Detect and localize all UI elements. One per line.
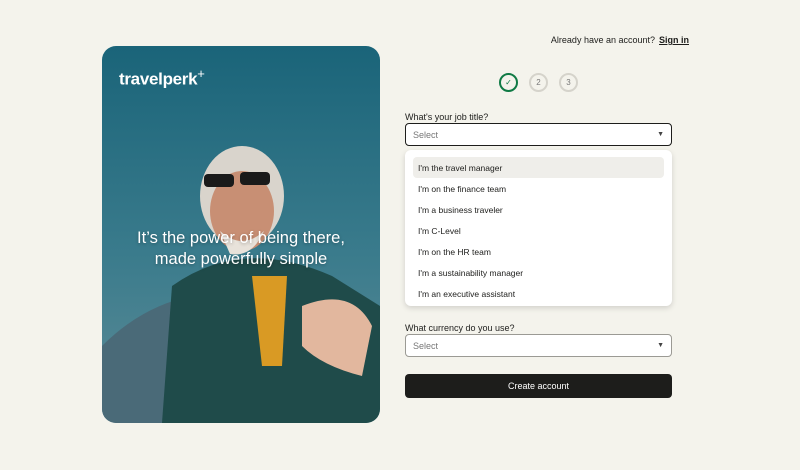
currency-select[interactable]: Select ▼: [405, 334, 672, 357]
dropdown-option[interactable]: I'm on the finance team: [413, 178, 664, 199]
signin-prompt: Already have an account? Sign in: [551, 35, 689, 45]
tagline-line-1: It’s the power of being there,: [137, 229, 345, 247]
dropdown-option[interactable]: I'm the travel manager: [413, 157, 664, 178]
dropdown-option[interactable]: I'm an executive assistant: [413, 283, 664, 304]
step-1-check-icon: ✓: [499, 73, 518, 92]
job-title-label: What's your job title?: [405, 112, 489, 122]
step-3: 3: [559, 73, 578, 92]
signin-prompt-text: Already have an account?: [550, 35, 655, 45]
chevron-down-icon: ▼: [657, 342, 664, 349]
dropdown-option[interactable]: I'm a business traveler: [413, 199, 664, 220]
currency-placeholder: Select: [413, 340, 439, 351]
job-title-select[interactable]: Select ▼: [405, 123, 672, 146]
logo-text: travelperk: [119, 69, 198, 89]
tagline-line-2: made powerfully simple: [154, 250, 328, 268]
logo-plus: +: [197, 66, 205, 81]
job-title-dropdown: I'm the travel manager I'm on the financ…: [405, 150, 672, 306]
tagline: It’s the power of being there, made power…: [102, 228, 380, 270]
dropdown-option[interactable]: I'm on the HR team: [413, 241, 664, 262]
create-account-button[interactable]: Create account: [405, 374, 672, 398]
step-indicator: ✓ 2 3: [499, 73, 578, 92]
dropdown-option[interactable]: I'm C-Level: [413, 220, 664, 241]
travelperk-logo: travelperk+: [119, 66, 205, 90]
currency-label: What currency do you use?: [405, 323, 515, 333]
hero-panel: travelperk+ It’s the power of being ther…: [102, 46, 380, 423]
dropdown-option[interactable]: I'm a sustainability manager: [413, 262, 664, 283]
signin-link[interactable]: Sign in: [659, 35, 689, 45]
job-title-placeholder: Select: [413, 129, 439, 140]
step-2: 2: [529, 73, 548, 92]
chevron-down-icon: ▼: [657, 131, 664, 138]
